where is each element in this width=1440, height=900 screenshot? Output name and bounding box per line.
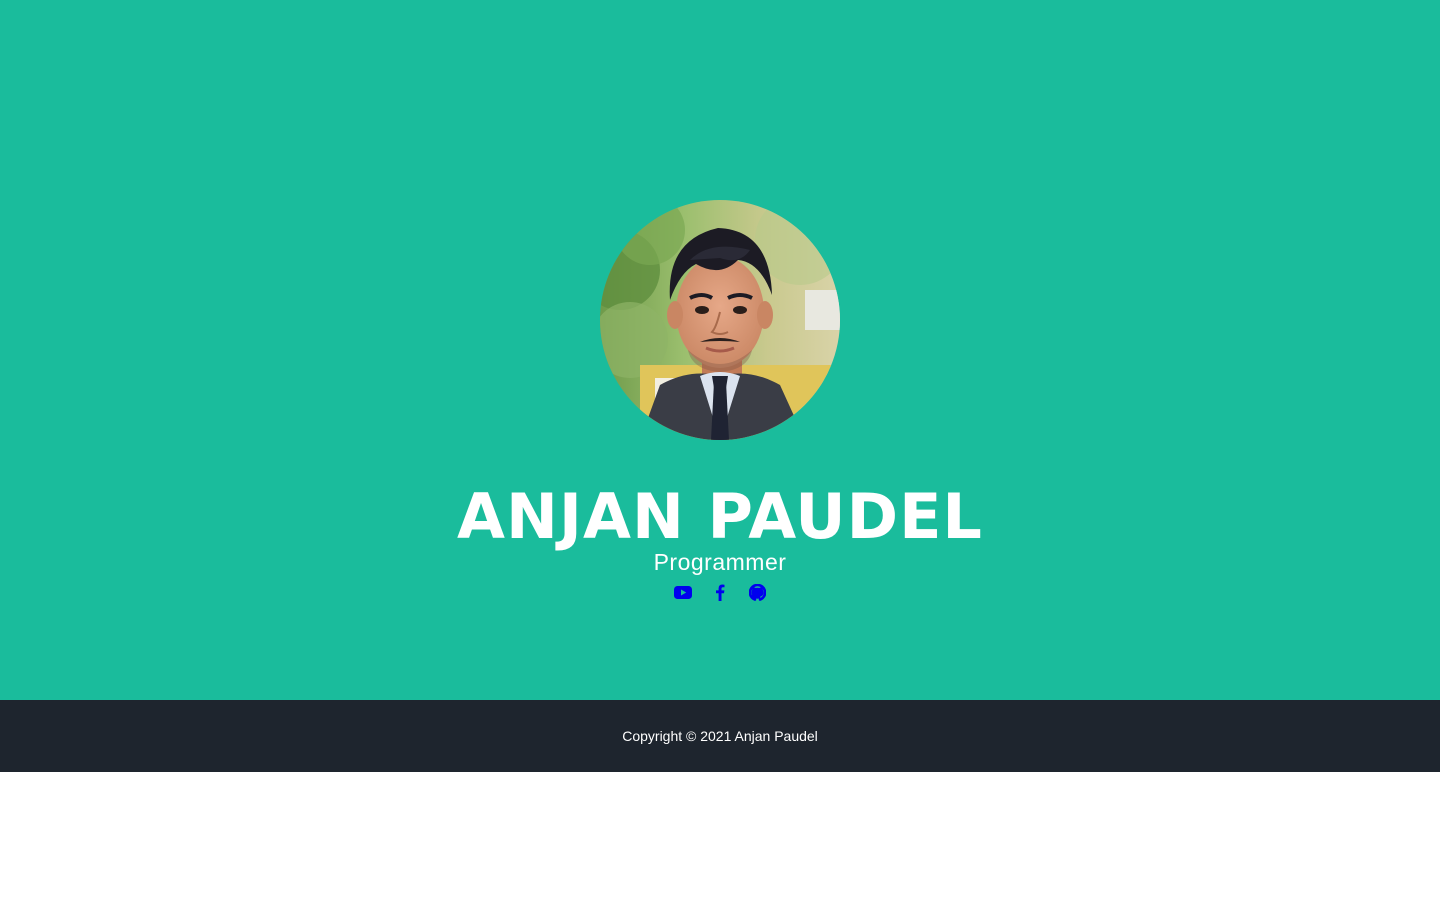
facebook-link[interactable]: [711, 581, 730, 603]
github-link[interactable]: [748, 581, 767, 603]
profile-title: Programmer: [653, 549, 787, 575]
profile-photo: [600, 200, 840, 440]
social-links: [0, 581, 1440, 603]
facebook-icon: [716, 584, 725, 601]
youtube-icon: [674, 585, 692, 599]
github-icon: [748, 583, 766, 601]
youtube-link[interactable]: [674, 581, 693, 603]
copyright-text: Copyright © 2021 Anjan Paudel: [622, 728, 818, 744]
profile-name: ANJAN PAUDEL: [457, 480, 983, 553]
